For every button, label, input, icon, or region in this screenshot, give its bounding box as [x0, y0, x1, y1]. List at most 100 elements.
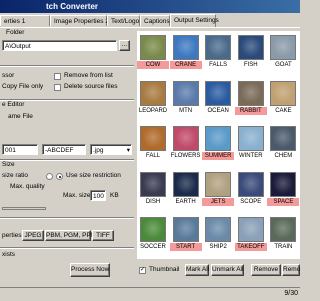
thumbnail-image: [237, 217, 264, 242]
thumbnail-caption: SPACE: [267, 197, 300, 206]
tiff-properties-button[interactable]: TIFF: [92, 230, 114, 241]
thumbnail-item[interactable]: TRAIN: [267, 215, 299, 252]
browse-button[interactable]: ...: [119, 40, 130, 51]
thumbnail-image: [270, 35, 297, 60]
thumbnail-image: [237, 35, 264, 60]
thumbnail-caption: LEOPARD: [138, 107, 168, 114]
divider: [0, 247, 134, 249]
thumbnail-caption: FLOWERS: [170, 153, 201, 159]
status-count: 9/30: [284, 290, 298, 297]
delete-source-files-label: Delete source files: [64, 83, 118, 90]
thumbnail-caption: SCOPE: [240, 198, 262, 205]
thumbnail-image: [270, 126, 297, 151]
thumbnail-caption: GOAT: [275, 62, 292, 68]
thumbnail-image: [172, 217, 199, 242]
rename-start-input[interactable]: 001: [2, 144, 38, 155]
thumbnail-caption: FALLS: [209, 62, 228, 68]
output-folder-input[interactable]: A\Output: [2, 40, 117, 51]
tab-output-settings[interactable]: Output Settings: [170, 14, 219, 27]
thumbnail-caption: SOCCER: [140, 244, 166, 250]
thumbnail-item[interactable]: SUMMER: [202, 124, 235, 161]
file-exists-label: xists: [2, 251, 15, 258]
thumbnail-item[interactable]: CRANE: [169, 33, 202, 70]
rename-extension-select[interactable]: .jpg ▾: [90, 144, 132, 155]
thumbnail-item[interactable]: FLOWERS: [170, 124, 202, 161]
thumbnail-item[interactable]: WINTER: [235, 124, 267, 161]
use-size-restriction-label: Use size restriction: [66, 172, 121, 179]
jpeg-properties-button[interactable]: JPEG: [22, 230, 44, 241]
thumbnail-item[interactable]: START: [169, 215, 202, 252]
pbm-properties-button[interactable]: PBM, PGM, PPM: [45, 230, 96, 241]
checkmark-icon: ✓: [140, 267, 146, 273]
thumbnail-item[interactable]: FISH: [235, 33, 267, 70]
tab-image-properties-1[interactable]: erties 1: [0, 15, 50, 26]
remove-button[interactable]: Remove: [251, 264, 281, 276]
thumbnail-caption: TRAIN: [274, 244, 293, 250]
thumbnail-caption: EARTH: [175, 198, 196, 205]
rename-file-label: ame File: [8, 113, 33, 120]
thumbnail-item[interactable]: DISH: [137, 170, 169, 207]
thumbnail-item[interactable]: SHIP2: [202, 215, 234, 252]
thumbnail-item[interactable]: CHEM: [267, 124, 299, 161]
unmark-all-button[interactable]: Unmark All: [211, 264, 244, 276]
thumbnail-caption: SHIP2: [209, 244, 227, 250]
thumbnail-caption: CAKE: [275, 107, 292, 114]
thumbnail-image: [140, 35, 166, 60]
thumbnail-item[interactable]: FALLS: [202, 33, 234, 70]
remove-all-button[interactable]: Remo: [282, 264, 300, 276]
thumbnail-caption: WINTER: [238, 153, 263, 159]
thumbnail-item[interactable]: EARTH: [170, 170, 202, 207]
remove-from-list-label: Remove from list: [64, 72, 113, 79]
thumbnail-label: Thumbnail: [149, 266, 180, 273]
tab-image-properties-2[interactable]: Image Properties 2: [50, 15, 109, 26]
thumbnail-item[interactable]: CAKE: [267, 79, 299, 116]
thumbnail-item[interactable]: OCEAN: [202, 79, 234, 116]
quality-slider-track[interactable]: [2, 207, 46, 210]
thumbnail-caption: MTN: [179, 107, 193, 114]
thumbnail-item[interactable]: SPACE: [267, 170, 300, 207]
max-size-input[interactable]: 100: [90, 190, 106, 201]
thumbnail-checkbox[interactable]: ✓: [139, 267, 146, 274]
thumbnail-caption: JETS: [202, 197, 235, 206]
thumbnail-item[interactable]: SCOPE: [235, 170, 267, 207]
thumbnail-item[interactable]: JETS: [202, 170, 235, 207]
thumbnail-image: [270, 217, 297, 242]
output-folder-label: Folder: [6, 29, 25, 36]
thumbnail-item[interactable]: SOCCER: [137, 215, 169, 252]
use-size-restriction-radio[interactable]: [56, 173, 63, 180]
thumbnail-image: [172, 35, 199, 60]
chevron-down-icon: ▾: [126, 147, 130, 154]
thumbnail-grid: COW CRANE FALLS FISH GOAT LEOPARD MTN OCEAN RABB…: [137, 31, 300, 259]
thumbnail-item[interactable]: COW: [137, 33, 169, 70]
process-now-button[interactable]: Process Now: [70, 263, 110, 277]
window-title: tch Converter: [46, 2, 99, 11]
thumbnail-caption: START: [169, 243, 202, 251]
thumbnail-item[interactable]: TAKEOFF: [234, 215, 267, 252]
tab-captions[interactable]: Captions: [140, 15, 170, 26]
thumbnail-item[interactable]: RABBIT: [234, 79, 267, 116]
tab-text-logo[interactable]: Text/Logo: [107, 15, 140, 26]
format-properties-label: perties:: [2, 232, 24, 239]
mark-all-button[interactable]: Mark All: [185, 264, 209, 276]
status-bar: 9/30: [0, 287, 300, 301]
thumbnail-caption: RABBIT: [234, 106, 267, 115]
thumbnail-image: [205, 126, 232, 151]
thumbnail-image: [140, 80, 166, 106]
thumbnail-item[interactable]: LEOPARD: [137, 79, 169, 116]
thumbnail-caption: DISH: [145, 198, 161, 205]
max-size-unit: KB: [110, 192, 119, 199]
thumbnail-item[interactable]: MTN: [170, 79, 202, 116]
rename-extension-value: .jpg: [93, 147, 104, 154]
thumbnail-caption: TAKEOFF: [234, 243, 267, 251]
delete-source-files-checkbox[interactable]: [54, 84, 61, 91]
use-size-ratio-radio[interactable]: [46, 173, 53, 180]
rename-pattern-input[interactable]: -ABCDEF: [42, 144, 86, 155]
thumbnail-item[interactable]: FALL: [137, 124, 169, 161]
thumbnail-image: [205, 171, 232, 197]
divider: [0, 217, 134, 219]
thumbnail-caption: FISH: [243, 62, 258, 68]
thumbnail-item[interactable]: GOAT: [267, 33, 299, 70]
remove-from-list-checkbox[interactable]: [54, 73, 61, 80]
divider: [0, 159, 134, 161]
title-bar: tch Converter: [0, 0, 300, 13]
